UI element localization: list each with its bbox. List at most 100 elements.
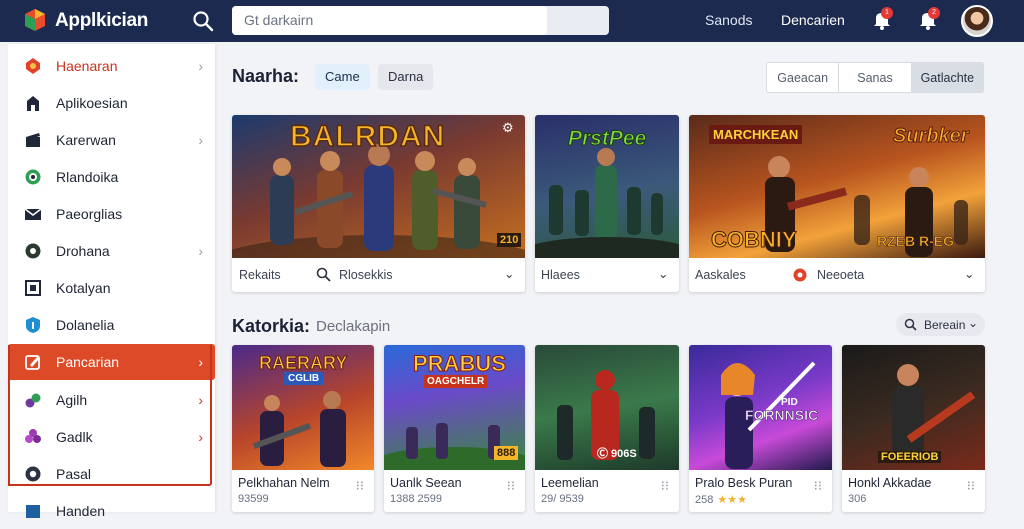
envelope-icon (24, 208, 42, 220)
more-options-icon[interactable]: ⁝⁝ (814, 478, 822, 494)
chevron-down-icon[interactable]: ⌄ (658, 266, 668, 281)
more-options-icon[interactable]: ⁝⁝ (356, 478, 364, 494)
game-title: Uanlk Seean (390, 476, 462, 490)
sidebar-item-label: Aplikoesian (56, 95, 128, 111)
artwork-settings-icon[interactable]: ⚙ (502, 120, 514, 136)
game-info: Honkl Akkadae 306 ⁝⁝ (842, 470, 985, 512)
top-bar: Applkician Gt darkairn Sanods Dencarien … (0, 0, 1024, 42)
user-avatar[interactable] (961, 5, 993, 37)
featured-card[interactable]: BALRDAN 210 ⚙ Rekaits Rlosekkis ⌄ (232, 115, 525, 292)
artwork-badge: 888 (494, 446, 519, 460)
game-info: Leemelian 29/ 9539 ⁝⁝ (535, 470, 679, 512)
game-title: Pralo Besk Puran (695, 476, 793, 490)
ring-icon (25, 466, 41, 482)
sidebar-item-label: Kotalyan (56, 280, 111, 296)
sidebar-item-karerwan[interactable]: Karerwan › (8, 122, 215, 158)
tower-icon (27, 96, 39, 111)
game-title: Honkl Akkadae (848, 476, 932, 490)
record-icon (793, 268, 807, 282)
chevron-down-icon[interactable]: ⌄ (504, 266, 514, 281)
nav-link-dencarien[interactable]: Dencarien (781, 12, 845, 28)
card-meta-left: Hlaees (541, 268, 580, 282)
artwork-title: RAERARY (258, 353, 348, 374)
game-card[interactable]: RAERARY CGLIB Pelkhahan Nelm 93599 ⁝⁝ (232, 345, 374, 512)
artwork-subtitle: OAGCHELR (424, 375, 488, 388)
sidebar-item-aplikoesian[interactable]: Aplikoesian (8, 85, 215, 121)
game-title: Leemelian (541, 476, 599, 490)
sidebar-item-label: Dolanelia (56, 317, 115, 333)
box-icon (26, 505, 40, 518)
artwork-badge: 210 (497, 233, 522, 247)
artwork-title: FORNNSIC (745, 407, 819, 424)
game-card[interactable]: PRABUS OAGCHELR 888 Uanlk Seean 1388 259… (384, 345, 525, 512)
sidebar-item-label: Pasal (56, 466, 92, 482)
featured-title: Naarha: (232, 66, 300, 86)
sidebar-item-label: Paeorglias (56, 206, 123, 222)
game-artwork: FOEERIOB (842, 345, 985, 470)
search-icon[interactable] (192, 10, 214, 32)
search-icon[interactable] (316, 267, 331, 282)
sidebar-item-drohana[interactable]: Drohana › (8, 233, 215, 269)
game-stats: 29/ 9539 (541, 493, 584, 505)
artwork-badge: Ⓒ 906S (597, 448, 637, 460)
sidebar-item-agilh[interactable]: Agilh › (8, 382, 215, 418)
search-field[interactable]: Gt darkairn (232, 6, 609, 35)
sidebar-item-gadlk[interactable]: Gadlk › (8, 419, 215, 455)
sidebar-item-paeorglias[interactable]: Paeorglias (8, 196, 215, 232)
sidebar-item-rlandoika[interactable]: Rlandoika (8, 159, 215, 195)
sort-dropdown[interactable]: Bereain ⌄ (896, 313, 985, 336)
game-card[interactable]: Ⓒ 906S Leemelian 29/ 9539 ⁝⁝ (535, 345, 679, 512)
artwork-logo: COBNIY (711, 227, 798, 253)
sidebar-item-label: Haenaran (56, 58, 118, 74)
artwork-subtitle: PID (781, 397, 798, 408)
view-option-gaeacan[interactable]: Gaeacan (767, 63, 840, 92)
card-footer: Rekaits Rlosekkis ⌄ (232, 258, 525, 292)
sidebar-item-haenaran[interactable]: Haenaran › (8, 48, 215, 84)
artwork-title: MARCHKEAN (709, 125, 803, 144)
more-options-icon[interactable]: ⁝⁝ (661, 478, 669, 494)
game-card[interactable]: FORNNSIC PID Pralo Besk Puran 258 ★★★ ⁝⁝ (689, 345, 832, 512)
sidebar-item-pancarian[interactable]: Pancarian › (8, 344, 215, 380)
sidebar-item-dolanelia[interactable]: Dolanelia (8, 307, 215, 343)
chevron-right-icon: › (198, 132, 203, 148)
view-option-sanas[interactable]: Sanas (839, 63, 912, 92)
artwork-badge: FOEERIOB (878, 451, 942, 463)
flower-icon (25, 429, 41, 443)
card-meta-right: Neeoeta (817, 268, 865, 282)
chevron-right-icon: › (198, 354, 203, 370)
game-stats: 306 (848, 493, 867, 505)
chevron-down-icon[interactable]: ⌄ (964, 266, 974, 281)
artwork-title: BALRDAN (289, 119, 446, 154)
view-option-gatlachte[interactable]: Gatlachte (911, 63, 983, 92)
gem-icon (26, 58, 40, 74)
alert-badge: 2 (928, 7, 940, 19)
sidebar-item-handen[interactable]: Handen (8, 493, 215, 529)
puzzle-icon (25, 280, 41, 296)
filter-chip-came[interactable]: Came (315, 64, 370, 90)
more-options-icon[interactable]: ⁝⁝ (967, 478, 975, 494)
featured-card[interactable]: PrstPee Hlaees ⌄ (535, 115, 679, 292)
sidebar: Haenaran › Aplikoesian Karerwan › Rlando… (8, 44, 215, 519)
shield-icon (26, 317, 40, 333)
game-card[interactable]: FOEERIOB Honkl Akkadae 306 ⁝⁝ (842, 345, 985, 512)
nav-link-sanods[interactable]: Sanods (705, 12, 752, 28)
game-artwork: FORNNSIC PID (689, 345, 832, 470)
filter-chip-darna[interactable]: Darna (378, 64, 434, 90)
game-info: Uanlk Seean 1388 2599 ⁝⁝ (384, 470, 525, 512)
sidebar-item-pasal[interactable]: Pasal (8, 456, 215, 492)
chevron-right-icon: › (198, 58, 203, 74)
search-input[interactable]: Gt darkairn (232, 6, 547, 35)
sidebar-item-label: Drohana (56, 243, 110, 259)
sidebar-item-label: Pancarian (56, 354, 120, 370)
featured-card[interactable]: MARCHKEAN Surbker COBNIY RZEB R-EG Aaska… (689, 115, 985, 292)
artwork-title: PRABUS (413, 351, 507, 377)
sort-label: Bereain (924, 318, 966, 332)
catalog-subtitle: Declakapin (316, 318, 391, 335)
more-options-icon[interactable]: ⁝⁝ (507, 478, 515, 494)
app-title: Applkician (55, 10, 149, 31)
card-footer: Hlaees ⌄ (535, 258, 679, 292)
sidebar-item-label: Karerwan (56, 132, 116, 148)
disc-icon (25, 243, 41, 259)
sidebar-item-kotalyan[interactable]: Kotalyan (8, 270, 215, 306)
app-logo-icon[interactable] (24, 8, 46, 32)
